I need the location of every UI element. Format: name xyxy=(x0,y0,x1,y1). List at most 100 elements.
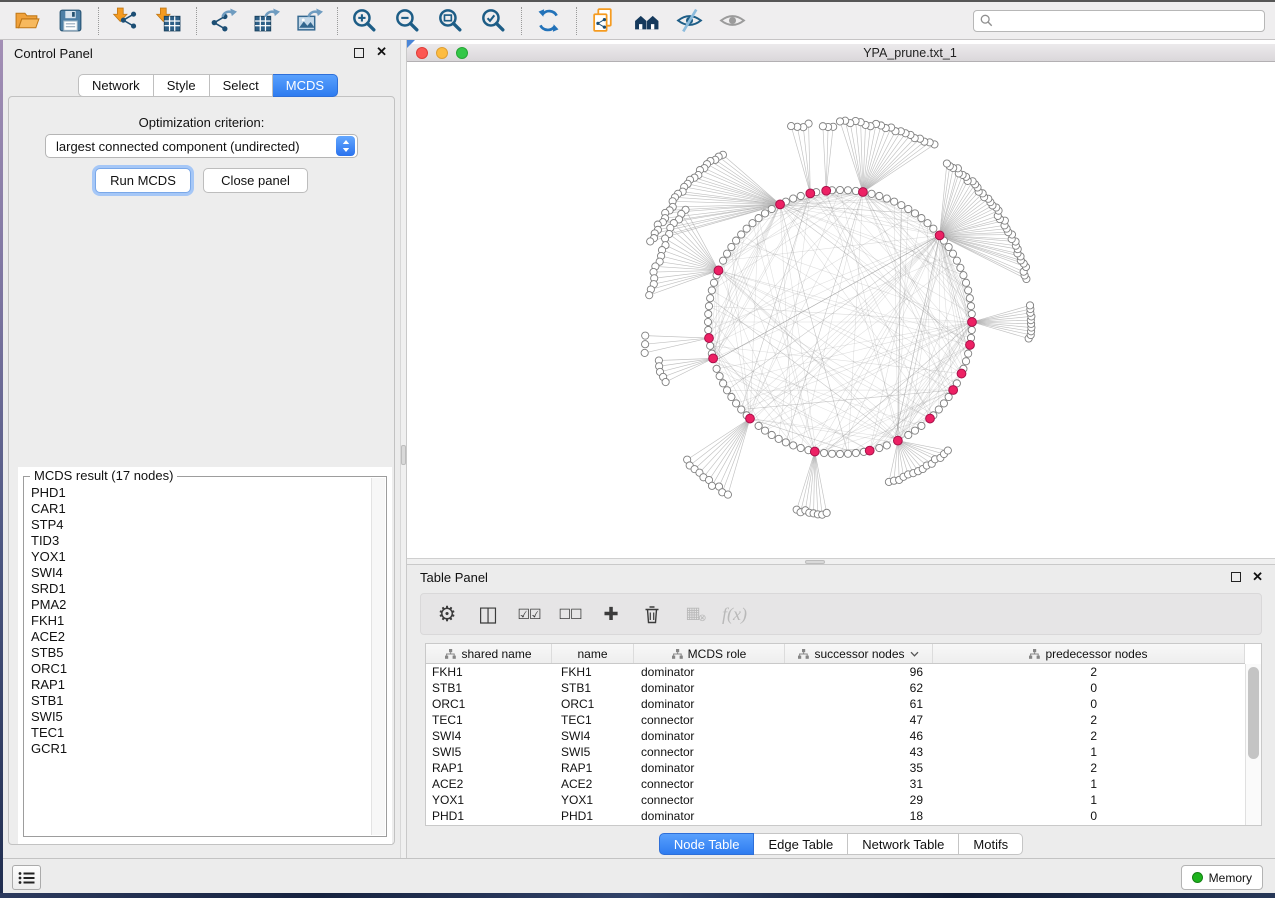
cell-mcds_role[interactable]: dominator xyxy=(634,809,785,823)
cell-shared_name[interactable]: SWI4 xyxy=(426,729,552,743)
cell-mcds_role[interactable]: dominator xyxy=(634,681,785,695)
table-row[interactable]: TEC1TEC1connector472 xyxy=(426,712,1245,728)
search-input[interactable] xyxy=(997,14,1258,28)
refresh-layout-button[interactable] xyxy=(531,5,565,37)
horizontal-splitter[interactable] xyxy=(407,558,1275,565)
cell-successor_nodes[interactable]: 61 xyxy=(785,697,933,711)
cell-successor_nodes[interactable]: 47 xyxy=(785,713,933,727)
close-window-button[interactable] xyxy=(416,47,428,59)
cell-shared_name[interactable]: PHD1 xyxy=(426,809,552,823)
table-row[interactable]: ACE2ACE2connector311 xyxy=(426,776,1245,792)
cell-shared_name[interactable]: TEC1 xyxy=(426,713,552,727)
cell-successor_nodes[interactable]: 62 xyxy=(785,681,933,695)
mcds-result-item[interactable]: YOX1 xyxy=(31,549,370,565)
close-panel-icon[interactable]: ✕ xyxy=(376,45,387,59)
network-canvas[interactable] xyxy=(407,62,1275,558)
cell-mcds_role[interactable]: connector xyxy=(634,713,785,727)
cell-mcds_role[interactable]: connector xyxy=(634,777,785,791)
float-panel-icon[interactable] xyxy=(354,48,364,58)
select-all-columns-icon[interactable]: ☑☑ xyxy=(517,599,541,629)
tab-network-table[interactable]: Network Table xyxy=(848,833,959,855)
cell-name[interactable]: FKH1 xyxy=(552,665,634,679)
cell-successor_nodes[interactable]: 31 xyxy=(785,777,933,791)
export-image-button[interactable] xyxy=(292,5,326,37)
float-table-panel-icon[interactable] xyxy=(1231,572,1241,582)
cell-shared_name[interactable]: RAP1 xyxy=(426,761,552,775)
cell-shared_name[interactable]: ACE2 xyxy=(426,777,552,791)
search-box[interactable] xyxy=(973,10,1265,32)
zoom-fit-button[interactable] xyxy=(433,5,467,37)
cell-predecessor_nodes[interactable]: 0 xyxy=(933,809,1105,823)
save-session-button[interactable] xyxy=(53,5,87,37)
open-file-button[interactable] xyxy=(10,5,44,37)
column-header-name[interactable]: name xyxy=(552,644,634,663)
column-header-mcds_role[interactable]: MCDS role xyxy=(634,644,785,663)
mcds-result-item[interactable]: STB1 xyxy=(31,693,370,709)
cell-name[interactable]: ACE2 xyxy=(552,777,634,791)
export-table-button[interactable] xyxy=(249,5,283,37)
table-row[interactable]: RAP1RAP1dominator352 xyxy=(426,760,1245,776)
cell-predecessor_nodes[interactable]: 0 xyxy=(933,697,1105,711)
mcds-result-item[interactable]: STP4 xyxy=(31,517,370,533)
mcds-result-item[interactable]: SWI5 xyxy=(31,709,370,725)
tab-select[interactable]: Select xyxy=(210,74,273,97)
mcds-result-item[interactable]: STB5 xyxy=(31,645,370,661)
cell-name[interactable]: SWI5 xyxy=(552,745,634,759)
mcds-result-item[interactable]: FKH1 xyxy=(31,613,370,629)
cell-mcds_role[interactable]: dominator xyxy=(634,761,785,775)
cell-predecessor_nodes[interactable]: 2 xyxy=(933,761,1105,775)
cell-mcds_role[interactable]: dominator xyxy=(634,665,785,679)
cell-mcds_role[interactable]: dominator xyxy=(634,729,785,743)
vertical-splitter-handle[interactable] xyxy=(401,445,406,465)
cell-successor_nodes[interactable]: 43 xyxy=(785,745,933,759)
home-views-button[interactable] xyxy=(629,5,663,37)
tab-node-table[interactable]: Node Table xyxy=(659,833,755,855)
cell-predecessor_nodes[interactable]: 2 xyxy=(933,713,1105,727)
show-all-button[interactable] xyxy=(715,5,749,37)
cell-mcds_role[interactable]: dominator xyxy=(634,697,785,711)
mcds-result-item[interactable]: CAR1 xyxy=(31,501,370,517)
table-row[interactable]: FKH1FKH1dominator962 xyxy=(426,664,1245,680)
cell-name[interactable]: SWI4 xyxy=(552,729,634,743)
cell-predecessor_nodes[interactable]: 2 xyxy=(933,729,1105,743)
mcds-result-item[interactable]: TID3 xyxy=(31,533,370,549)
import-network-button[interactable] xyxy=(108,5,142,37)
clone-network-button[interactable] xyxy=(586,5,620,37)
column-settings-icon[interactable]: ⚙ xyxy=(435,599,459,629)
cell-name[interactable]: YOX1 xyxy=(552,793,634,807)
cell-name[interactable]: TEC1 xyxy=(552,713,634,727)
cell-shared_name[interactable]: SWI5 xyxy=(426,745,552,759)
mcds-list-scrollbar[interactable] xyxy=(371,478,385,835)
unselect-all-columns-icon[interactable]: ☐☐ xyxy=(558,599,582,629)
cell-predecessor_nodes[interactable]: 2 xyxy=(933,665,1105,679)
table-row[interactable]: STB1STB1dominator620 xyxy=(426,680,1245,696)
cell-mcds_role[interactable]: connector xyxy=(634,745,785,759)
minimize-window-button[interactable] xyxy=(436,47,448,59)
tab-edge-table[interactable]: Edge Table xyxy=(754,833,848,855)
cell-shared_name[interactable]: FKH1 xyxy=(426,665,552,679)
cell-name[interactable]: ORC1 xyxy=(552,697,634,711)
cell-name[interactable]: PHD1 xyxy=(552,809,634,823)
cell-predecessor_nodes[interactable]: 1 xyxy=(933,777,1105,791)
run-mcds-button[interactable]: Run MCDS xyxy=(95,168,191,193)
hide-selected-button[interactable] xyxy=(672,5,706,37)
table-row[interactable]: YOX1YOX1connector291 xyxy=(426,792,1245,808)
mcds-result-item[interactable]: GCR1 xyxy=(31,741,370,757)
column-header-predecessor_nodes[interactable]: predecessor nodes xyxy=(933,644,1245,663)
table-scrollbar-thumb[interactable] xyxy=(1248,667,1259,759)
tab-style[interactable]: Style xyxy=(154,74,210,97)
table-scrollbar[interactable] xyxy=(1245,664,1261,825)
table-row[interactable]: PHD1PHD1dominator180 xyxy=(426,808,1245,824)
cell-mcds_role[interactable]: connector xyxy=(634,793,785,807)
tab-mcds[interactable]: MCDS xyxy=(273,74,338,97)
export-network-button[interactable] xyxy=(206,5,240,37)
delete-columns-icon[interactable] xyxy=(640,599,664,629)
network-window-titlebar[interactable]: YPA_prune.txt_1 xyxy=(407,44,1275,62)
zoom-in-button[interactable] xyxy=(347,5,381,37)
create-column-icon[interactable]: ✚ xyxy=(599,599,623,629)
close-table-panel-icon[interactable]: ✕ xyxy=(1252,569,1263,585)
mcds-result-list[interactable]: PHD1CAR1STP4TID3YOX1SWI4SRD1PMA2FKH1ACE2… xyxy=(26,485,370,834)
automation-panel-button[interactable] xyxy=(12,865,41,890)
mcds-result-item[interactable]: ACE2 xyxy=(31,629,370,645)
table-row[interactable]: ORC1ORC1dominator610 xyxy=(426,696,1245,712)
